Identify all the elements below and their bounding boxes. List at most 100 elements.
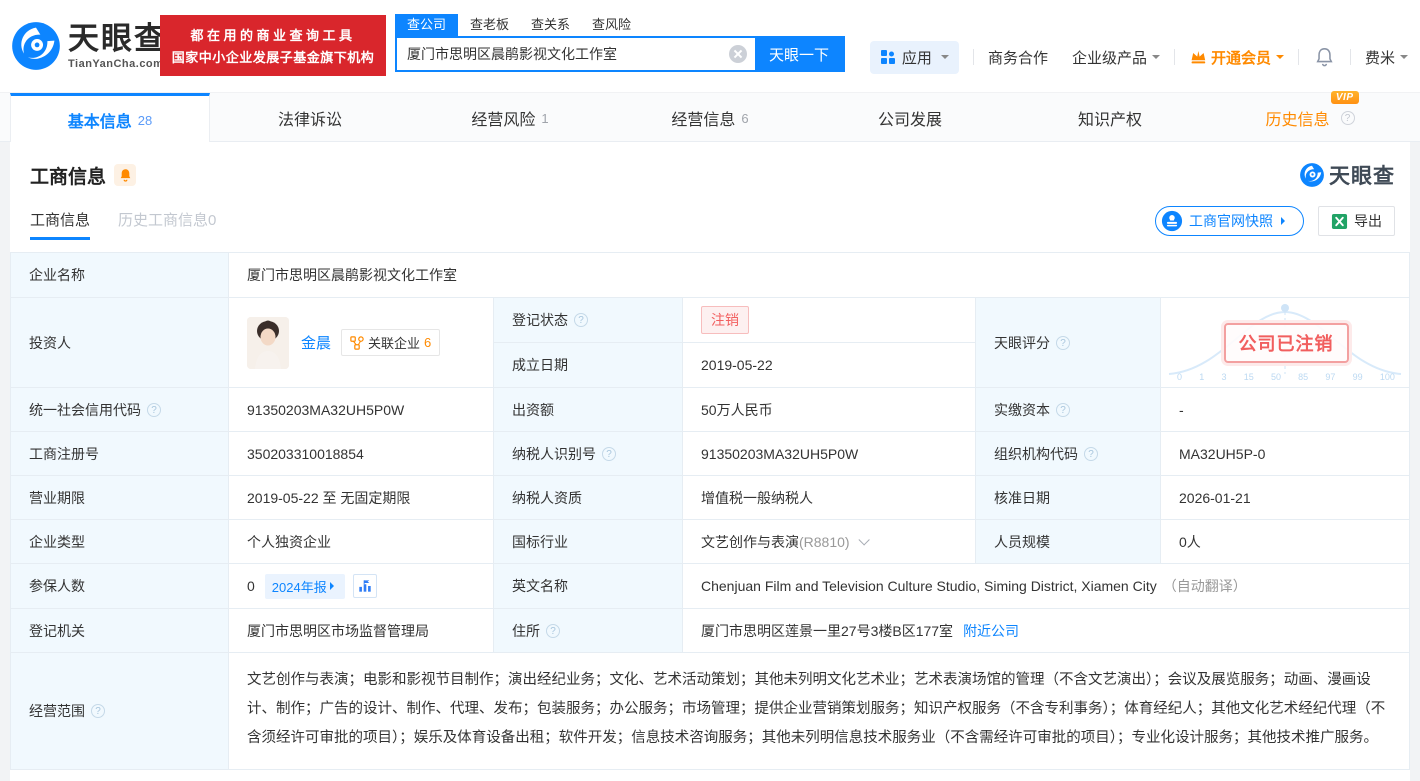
tab-count: 28 xyxy=(137,112,153,128)
promo-banner: 都在用的商业查询工具 国家中小企业发展子基金旗下机构 xyxy=(160,15,386,76)
score-axis: 013 15 50 85 97 99 100 xyxy=(1177,372,1395,382)
user-menu[interactable]: 费米 xyxy=(1365,47,1408,68)
chevron-down-icon xyxy=(1151,54,1160,63)
tab-count: 6 xyxy=(741,110,749,126)
search-tab-company[interactable]: 查公司 xyxy=(395,14,459,36)
chevron-down-icon[interactable] xyxy=(858,533,870,546)
subtab-business-info[interactable]: 工商信息 xyxy=(30,209,91,240)
table-row: 参保人数 0 2024年报 英文名称 Chenjuan Film and Tel… xyxy=(11,564,1409,609)
company-name-value: 厦门市思明区晨鹃影视文化工作室 xyxy=(247,267,457,283)
brand-logo[interactable]: 天眼查 TianYanCha.com xyxy=(10,20,167,72)
industry-code: (R8810) xyxy=(799,533,850,550)
subtab-history-business-info[interactable]: 历史工商信息0 xyxy=(118,209,216,240)
investor-cell: 金晨 关联企业 6 xyxy=(229,298,494,387)
tab-label: 法律诉讼 xyxy=(277,112,342,129)
chevron-down-icon xyxy=(1400,54,1408,63)
investor-avatar[interactable] xyxy=(247,316,289,369)
insured-count-value: 0 xyxy=(247,578,255,594)
credit-code-label: 统一社会信用代码 ? xyxy=(11,388,229,431)
table-row: 登记机关 厦门市思明区市场监督管理局 住所 ? 厦门市思明区莲景一里27号3楼B… xyxy=(11,609,1409,653)
arrow-right-icon xyxy=(1281,217,1289,225)
official-snapshot-button[interactable]: 工商官网快照 xyxy=(1155,206,1304,236)
tianyancha-swirl-icon xyxy=(12,22,60,70)
reg-authority-label: 登记机关 xyxy=(11,609,229,652)
tab-label: 经营信息 xyxy=(671,112,736,129)
question-icon[interactable]: ? xyxy=(602,446,616,461)
divider xyxy=(972,49,974,65)
tab-legal[interactable]: 法律诉讼 xyxy=(210,93,410,143)
question-icon[interactable]: ? xyxy=(574,313,588,327)
header-nav: 应用 商务合作 企业级产品 开通会员 费米 xyxy=(869,40,1408,74)
chevron-down-icon xyxy=(940,54,949,63)
tab-count: 1 xyxy=(541,110,549,126)
taxpayer-id-value: 91350203MA32UH5P0W xyxy=(683,432,976,475)
search-tab-relation[interactable]: 查关系 xyxy=(531,14,570,36)
arrow-right-icon xyxy=(329,582,338,590)
search-button[interactable]: 天眼一下 xyxy=(755,38,843,70)
annual-report-badge[interactable]: 2024年报 xyxy=(264,573,345,599)
related-companies-badge[interactable]: 关联企业 6 xyxy=(341,329,441,356)
investor-label: 投资人 xyxy=(11,298,229,387)
subtabs: 工商信息 历史工商信息0 xyxy=(30,209,216,240)
notification-bell-icon[interactable] xyxy=(1315,47,1334,67)
approval-date-label: 核准日期 xyxy=(976,476,1161,519)
tyc-score-cell: 013 15 50 85 97 99 100 公司已注销 xyxy=(1161,298,1411,387)
business-term-label: 营业期限 xyxy=(11,476,229,519)
reg-status-label: 登记状态 ? xyxy=(494,298,683,342)
tab-basic-info[interactable]: 基本信息 28 xyxy=(10,93,210,144)
nav-cooperation[interactable]: 商务合作 xyxy=(988,47,1048,68)
question-icon[interactable]: ? xyxy=(1056,402,1070,417)
nav-open-vip[interactable]: 开通会员 xyxy=(1189,47,1284,68)
auto-translate-note: （自动翻译） xyxy=(1162,578,1247,594)
table-row: 统一社会信用代码 ? 91350203MA32UH5P0W 出资额 50万人民币… xyxy=(11,388,1409,432)
search-input[interactable] xyxy=(397,38,729,70)
search-tab-risk[interactable]: 查风险 xyxy=(592,14,631,36)
promo-line2: 国家中小企业发展子基金旗下机构 xyxy=(171,50,375,65)
tab-label: 知识产权 xyxy=(1077,112,1142,129)
export-button[interactable]: 导出 xyxy=(1318,206,1395,236)
insured-trend-chart-icon[interactable] xyxy=(352,574,377,598)
question-icon[interactable]: ? xyxy=(1084,446,1098,461)
question-icon[interactable]: ? xyxy=(1056,335,1070,350)
table-row: 企业名称 厦门市思明区晨鹃影视文化工作室 xyxy=(11,253,1409,298)
approval-date-value: 2026-01-21 xyxy=(1179,489,1251,506)
apps-menu[interactable]: 应用 xyxy=(869,40,959,74)
reg-number-label: 工商注册号 xyxy=(11,432,229,475)
capital-label: 出资额 xyxy=(494,388,683,431)
tab-operating-risk[interactable]: 经营风险 1 xyxy=(410,93,610,143)
nav-enterprise-label: 企业级产品 xyxy=(1071,49,1147,67)
company-tab-strip: 基本信息 28 法律诉讼 经营风险 1 经营信息 6 公司发展 知识产权 历史信… xyxy=(0,91,1420,144)
tab-company-development[interactable]: 公司发展 xyxy=(810,93,1010,143)
insured-count-cell: 0 2024年报 xyxy=(229,564,494,608)
taxpayer-quality-label: 纳税人资质 xyxy=(494,476,683,519)
tyc-score-label: 天眼评分 ? xyxy=(976,298,1161,387)
deregistered-stamp: 公司已注销 xyxy=(1223,322,1349,363)
question-icon[interactable]: ? xyxy=(147,402,161,417)
question-icon[interactable]: ? xyxy=(91,704,105,718)
subscribe-bell-icon[interactable] xyxy=(114,164,137,186)
divider xyxy=(1173,49,1175,65)
tab-intellectual-property[interactable]: 知识产权 xyxy=(1010,93,1210,143)
staff-size-value: 0人 xyxy=(1179,533,1201,550)
tianyancha-swirl-icon xyxy=(1300,163,1324,187)
reg-authority-value: 厦门市思明区市场监督管理局 xyxy=(229,609,494,652)
tab-operating-info[interactable]: 经营信息 6 xyxy=(610,93,810,143)
search-tab-boss[interactable]: 查老板 xyxy=(470,14,509,36)
investor-name-link[interactable]: 金晨 xyxy=(301,332,331,353)
english-name-label: 英文名称 xyxy=(494,564,683,608)
tab-history-info[interactable]: 历史信息 ? VIP xyxy=(1210,91,1410,143)
table-row: 投资人 金晨 关联企业 6 登记状态 ? 注销 成立日期 2019-05-22 … xyxy=(11,298,1409,388)
nav-enterprise[interactable]: 企业级产品 xyxy=(1072,47,1160,68)
section-title: 工商信息 xyxy=(30,166,107,188)
chevron-down-icon xyxy=(1275,54,1284,63)
question-icon[interactable]: ? xyxy=(1340,111,1355,125)
table-row: 企业类型 个人独资企业 国标行业 文艺创作与表演 (R8810) 人员规模 0人 xyxy=(11,520,1409,564)
clear-icon[interactable] xyxy=(729,45,747,63)
tab-label: 历史信息 xyxy=(1265,112,1330,129)
establish-date-value: 2019-05-22 xyxy=(683,343,976,387)
search-box: 天眼一下 xyxy=(395,36,845,72)
nearby-companies-link[interactable]: 附近公司 xyxy=(963,621,1019,641)
reg-number-value: 350203310018854 xyxy=(229,432,494,475)
brand-domain: TianYanCha.com xyxy=(68,58,164,70)
question-icon[interactable]: ? xyxy=(546,623,560,638)
